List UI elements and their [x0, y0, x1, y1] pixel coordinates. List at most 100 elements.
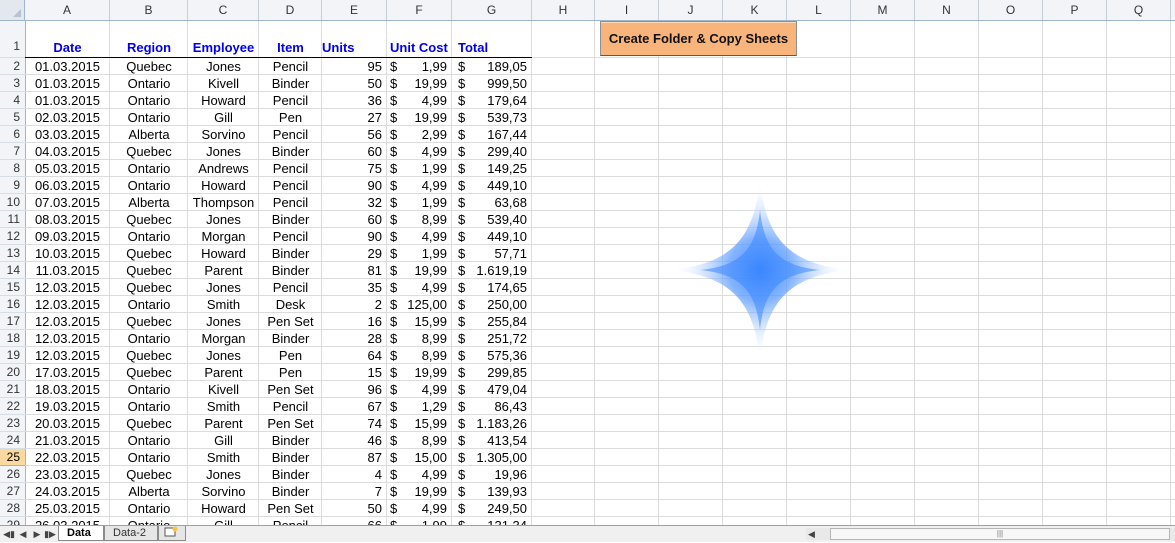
cell-date[interactable]: 04.03.2015 [25, 143, 110, 160]
cell-region[interactable]: Ontario [110, 330, 188, 347]
column-header-a[interactable]: A [25, 0, 110, 20]
cell-units[interactable]: 27 [322, 109, 387, 126]
column-header-e[interactable]: E [322, 0, 387, 20]
cell-total[interactable]: $174,65 [452, 279, 532, 296]
cell-item[interactable]: Pencil [259, 92, 322, 109]
cell-region[interactable]: Quebec [110, 245, 188, 262]
cell-date[interactable]: 01.03.2015 [25, 58, 110, 75]
row-header-25[interactable]: 25 [0, 449, 25, 466]
cell-item[interactable]: Pencil [259, 126, 322, 143]
cell-total[interactable]: $999,50 [452, 75, 532, 92]
column-header-n[interactable]: N [915, 0, 979, 20]
cell-unit-cost[interactable]: $15,99 [387, 313, 452, 330]
cell-region[interactable]: Quebec [110, 364, 188, 381]
cell-employee[interactable]: Andrews [188, 160, 259, 177]
cell-item[interactable]: Pen [259, 347, 322, 364]
cell-units[interactable]: 74 [322, 415, 387, 432]
cell-date[interactable]: 25.03.2015 [25, 500, 110, 517]
row-header-22[interactable]: 22 [0, 398, 25, 415]
cell-total[interactable]: $86,43 [452, 398, 532, 415]
cell-region[interactable]: Alberta [110, 194, 188, 211]
cell-employee[interactable]: Jones [188, 466, 259, 483]
cell-date[interactable]: 12.03.2015 [25, 296, 110, 313]
column-header-p[interactable]: P [1043, 0, 1107, 20]
cell-total[interactable]: $539,73 [452, 109, 532, 126]
cell-unit-cost[interactable]: $1,29 [387, 398, 452, 415]
row-header-14[interactable]: 14 [0, 262, 25, 279]
cell-units[interactable]: 67 [322, 398, 387, 415]
row-header-9[interactable]: 9 [0, 177, 25, 194]
cell-date[interactable]: 12.03.2015 [25, 330, 110, 347]
cell-employee[interactable]: Smith [188, 296, 259, 313]
cell-item[interactable]: Binder [259, 449, 322, 466]
cell-total[interactable]: $1.619,19 [452, 262, 532, 279]
cell-date[interactable]: 01.03.2015 [25, 92, 110, 109]
cell-total[interactable]: $255,84 [452, 313, 532, 330]
cell-region[interactable]: Ontario [110, 160, 188, 177]
cell-date[interactable]: 24.03.2015 [25, 483, 110, 500]
cell-date[interactable]: 21.03.2015 [25, 432, 110, 449]
cell-item[interactable]: Binder [259, 143, 322, 160]
cell-item[interactable]: Binder [259, 262, 322, 279]
cell-total[interactable]: $539,40 [452, 211, 532, 228]
cell-employee[interactable]: Morgan [188, 228, 259, 245]
header-total[interactable]: Total [452, 38, 532, 58]
cell-item[interactable]: Pencil [259, 160, 322, 177]
column-header-c[interactable]: C [188, 0, 259, 20]
column-header-k[interactable]: K [723, 0, 787, 20]
cell-units[interactable]: 81 [322, 262, 387, 279]
cell-units[interactable]: 90 [322, 177, 387, 194]
cell-units[interactable]: 16 [322, 313, 387, 330]
cell-region[interactable]: Quebec [110, 58, 188, 75]
row-header-5[interactable]: 5 [0, 109, 25, 126]
row-header-24[interactable]: 24 [0, 432, 25, 449]
cell-region[interactable]: Quebec [110, 347, 188, 364]
cell-employee[interactable]: Smith [188, 398, 259, 415]
cell-region[interactable]: Ontario [110, 177, 188, 194]
cell-employee[interactable]: Kivell [188, 75, 259, 92]
cell-date[interactable]: 18.03.2015 [25, 381, 110, 398]
cell-date[interactable]: 02.03.2015 [25, 109, 110, 126]
cell-region[interactable]: Ontario [110, 500, 188, 517]
cell-unit-cost[interactable]: $1,99 [387, 194, 452, 211]
row-header-15[interactable]: 15 [0, 279, 25, 296]
column-header-o[interactable]: O [979, 0, 1043, 20]
cell-item[interactable]: Pen [259, 364, 322, 381]
cell-region[interactable]: Quebec [110, 415, 188, 432]
row-header-27[interactable]: 27 [0, 483, 25, 500]
cell-employee[interactable]: Jones [188, 279, 259, 296]
cell-item[interactable]: Pencil [259, 398, 322, 415]
row-header-18[interactable]: 18 [0, 330, 25, 347]
cell-total[interactable]: $189,05 [452, 58, 532, 75]
cell-total[interactable]: $299,40 [452, 143, 532, 160]
cell-date[interactable]: 10.03.2015 [25, 245, 110, 262]
cell-item[interactable]: Pencil [259, 517, 322, 525]
header-date[interactable]: Date [25, 38, 110, 58]
cell-date[interactable]: 06.03.2015 [25, 177, 110, 194]
cell-item[interactable]: Pencil [259, 228, 322, 245]
cell-employee[interactable]: Howard [188, 245, 259, 262]
cell-unit-cost[interactable]: $19,99 [387, 262, 452, 279]
row-header-23[interactable]: 23 [0, 415, 25, 432]
cell-units[interactable]: 50 [322, 500, 387, 517]
row-header-3[interactable]: 3 [0, 75, 25, 92]
cell-region[interactable]: Ontario [110, 381, 188, 398]
column-header-l[interactable]: L [787, 0, 851, 20]
cell-total[interactable]: $139,93 [452, 483, 532, 500]
cell-total[interactable]: $249,50 [452, 500, 532, 517]
cell-region[interactable]: Alberta [110, 126, 188, 143]
cell-employee[interactable]: Smith [188, 449, 259, 466]
cell-employee[interactable]: Gill [188, 517, 259, 525]
cell-region[interactable]: Alberta [110, 483, 188, 500]
cell-total[interactable]: $19,96 [452, 466, 532, 483]
cell-total[interactable]: $575,36 [452, 347, 532, 364]
cell-units[interactable]: 60 [322, 143, 387, 160]
row-header-4[interactable]: 4 [0, 92, 25, 109]
cell-employee[interactable]: Sorvino [188, 126, 259, 143]
cell-region[interactable]: Ontario [110, 228, 188, 245]
cell-total[interactable]: $57,71 [452, 245, 532, 262]
insert-sheet-icon[interactable] [158, 526, 186, 541]
row-header-28[interactable]: 28 [0, 500, 25, 517]
cell-total[interactable]: $167,44 [452, 126, 532, 143]
cell-units[interactable]: 4 [322, 466, 387, 483]
